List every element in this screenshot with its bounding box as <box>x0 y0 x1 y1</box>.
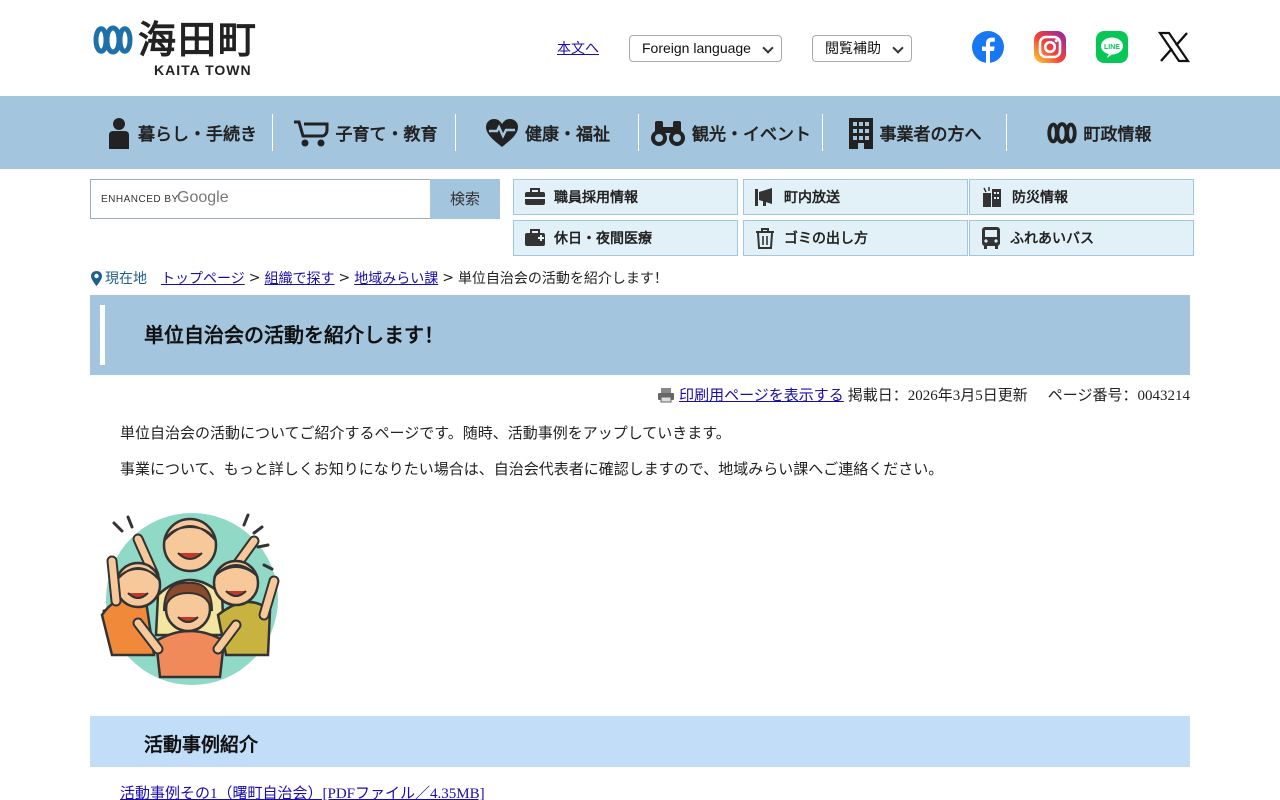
quick-link-disaster[interactable]: 防災情報 <box>969 179 1194 215</box>
chevron-down-icon <box>892 42 904 54</box>
nav-item-tourism[interactable]: 観光・イベント <box>639 96 822 169</box>
search-enhanced-label: ENHANCED BY <box>101 194 179 205</box>
site-header: 海田町 KAITA TOWN 本文へ Foreign language 閲覧補助… <box>0 0 1280 96</box>
breadcrumb: 現在地 トップページ > 組織で探す > 地域みらい課 > 単位自治会の活動を紹… <box>90 267 668 289</box>
line-icon[interactable]: LINE <box>1095 30 1129 64</box>
chevron-down-icon <box>762 42 774 54</box>
facebook-icon[interactable] <box>971 30 1005 64</box>
nav-item-town-government[interactable]: 町政情報 <box>1007 96 1190 169</box>
svg-text:LINE: LINE <box>1104 44 1120 51</box>
disaster-icon <box>983 187 1001 207</box>
quick-link-label: 休日・夜間医療 <box>554 231 652 247</box>
site-search: ENHANCED BY Google 検索 <box>90 179 500 219</box>
building-icon <box>848 117 873 149</box>
breadcrumb-current: 単位自治会の活動を紹介します！ <box>457 271 668 287</box>
town-logo-icon <box>93 25 133 55</box>
quick-link-bus[interactable]: ふれあいバス <box>969 220 1194 256</box>
title-accent-bar <box>100 305 105 365</box>
map-pin-icon <box>91 270 102 286</box>
page-meta: 印刷用ページを表示する 掲載日：2026年3月5日更新 ページ番号：004321… <box>657 384 1190 405</box>
section-heading: 活動事例紹介 <box>144 734 259 756</box>
medical-kit-icon <box>525 229 545 246</box>
nav-item-label: 事業者の方へ <box>879 125 982 145</box>
accessibility-select[interactable]: 閲覧補助 <box>812 35 912 62</box>
language-select[interactable]: Foreign language <box>629 35 782 62</box>
section-heading-box: 活動事例紹介 <box>90 716 1190 767</box>
bus-icon <box>982 227 1000 249</box>
nav-item-label: 観光・イベント <box>692 125 811 145</box>
breadcrumb-separator: > <box>248 270 261 286</box>
pdf-download-link[interactable]: 活動事例その1（曙町自治会）[PDFファイル／4.35MB] <box>120 782 485 800</box>
quick-link-label: 職員採用情報 <box>554 190 638 206</box>
search-google-label: Google <box>177 189 229 206</box>
breadcrumb-link-top[interactable]: トップページ <box>161 268 245 288</box>
breadcrumb-link-organization[interactable]: 組織で探す <box>264 268 334 288</box>
quick-link-label: ゴミの出し方 <box>784 231 868 247</box>
search-input[interactable]: ENHANCED BY Google <box>90 179 431 219</box>
intro-paragraph: 単位自治会の活動についてご紹介するページです。随時、活動事例をアップしていきます… <box>120 426 731 442</box>
nav-item-label: 町政情報 <box>1083 125 1152 145</box>
logo-text: 海田町 <box>138 18 259 62</box>
quick-link-emergency-medical[interactable]: 休日・夜間医療 <box>513 220 738 256</box>
nav-item-business[interactable]: 事業者の方へ <box>823 96 1006 169</box>
cheering-people-illustration <box>100 513 280 685</box>
breadcrumb-here-label: 現在地 <box>105 271 147 287</box>
nav-item-living[interactable]: 暮らし・手続き <box>90 96 273 169</box>
quick-link-garbage[interactable]: ゴミの出し方 <box>743 220 968 256</box>
global-nav: 暮らし・手続き 子育て・教育 健康・福祉 観光・イベント 事業者の方へ 町政情報 <box>0 96 1280 169</box>
quick-link-broadcast[interactable]: 町内放送 <box>743 179 968 215</box>
town-logo-icon <box>1046 121 1077 144</box>
nav-item-label: 健康・福祉 <box>525 125 610 145</box>
binoculars-icon <box>651 120 685 146</box>
heart-pulse-icon <box>486 118 518 147</box>
breadcrumb-link-department[interactable]: 地域みらい課 <box>354 268 438 288</box>
quick-link-label: 町内放送 <box>784 190 840 206</box>
nav-item-childcare[interactable]: 子育て・教育 <box>273 96 456 169</box>
nav-item-label: 子育て・教育 <box>335 125 438 145</box>
breadcrumb-separator: > <box>338 270 351 286</box>
page-number: ページ番号：0043214 <box>1047 388 1190 404</box>
quick-link-label: 防災情報 <box>1012 190 1068 206</box>
language-select-label: Foreign language <box>642 40 751 56</box>
quick-link-label: ふれあいバス <box>1010 231 1094 247</box>
site-logo[interactable]: 海田町 KAITA TOWN <box>90 14 270 84</box>
nav-item-health[interactable]: 健康・福祉 <box>456 96 639 169</box>
logo-subtext: KAITA TOWN <box>154 62 252 78</box>
posted-date: 掲載日：2026年3月5日更新 <box>847 388 1028 404</box>
search-button[interactable]: 検索 <box>430 179 500 219</box>
print-page-link[interactable]: 印刷用ページを表示する <box>679 384 844 405</box>
x-icon[interactable] <box>1157 30 1191 64</box>
quick-link-recruitment[interactable]: 職員採用情報 <box>513 179 738 215</box>
instagram-icon[interactable] <box>1033 30 1067 64</box>
breadcrumb-separator: > <box>442 270 454 286</box>
stroller-icon <box>293 120 328 146</box>
page-title: 単位自治会の活動を紹介します！ <box>144 323 444 347</box>
person-icon <box>109 117 129 149</box>
trash-icon <box>756 228 774 249</box>
accessibility-select-label: 閲覧補助 <box>825 40 881 56</box>
nav-item-label: 暮らし・手続き <box>138 125 257 145</box>
page-title-box: 単位自治会の活動を紹介します！ <box>90 295 1190 375</box>
skip-to-content-link[interactable]: 本文へ <box>557 38 599 58</box>
contact-paragraph: 事業について、もっと詳しくお知りになりたい場合は、自治会代表者に確認しますので、… <box>120 462 944 478</box>
briefcase-icon <box>525 188 545 205</box>
printer-icon <box>658 387 675 402</box>
megaphone-icon <box>755 188 772 206</box>
